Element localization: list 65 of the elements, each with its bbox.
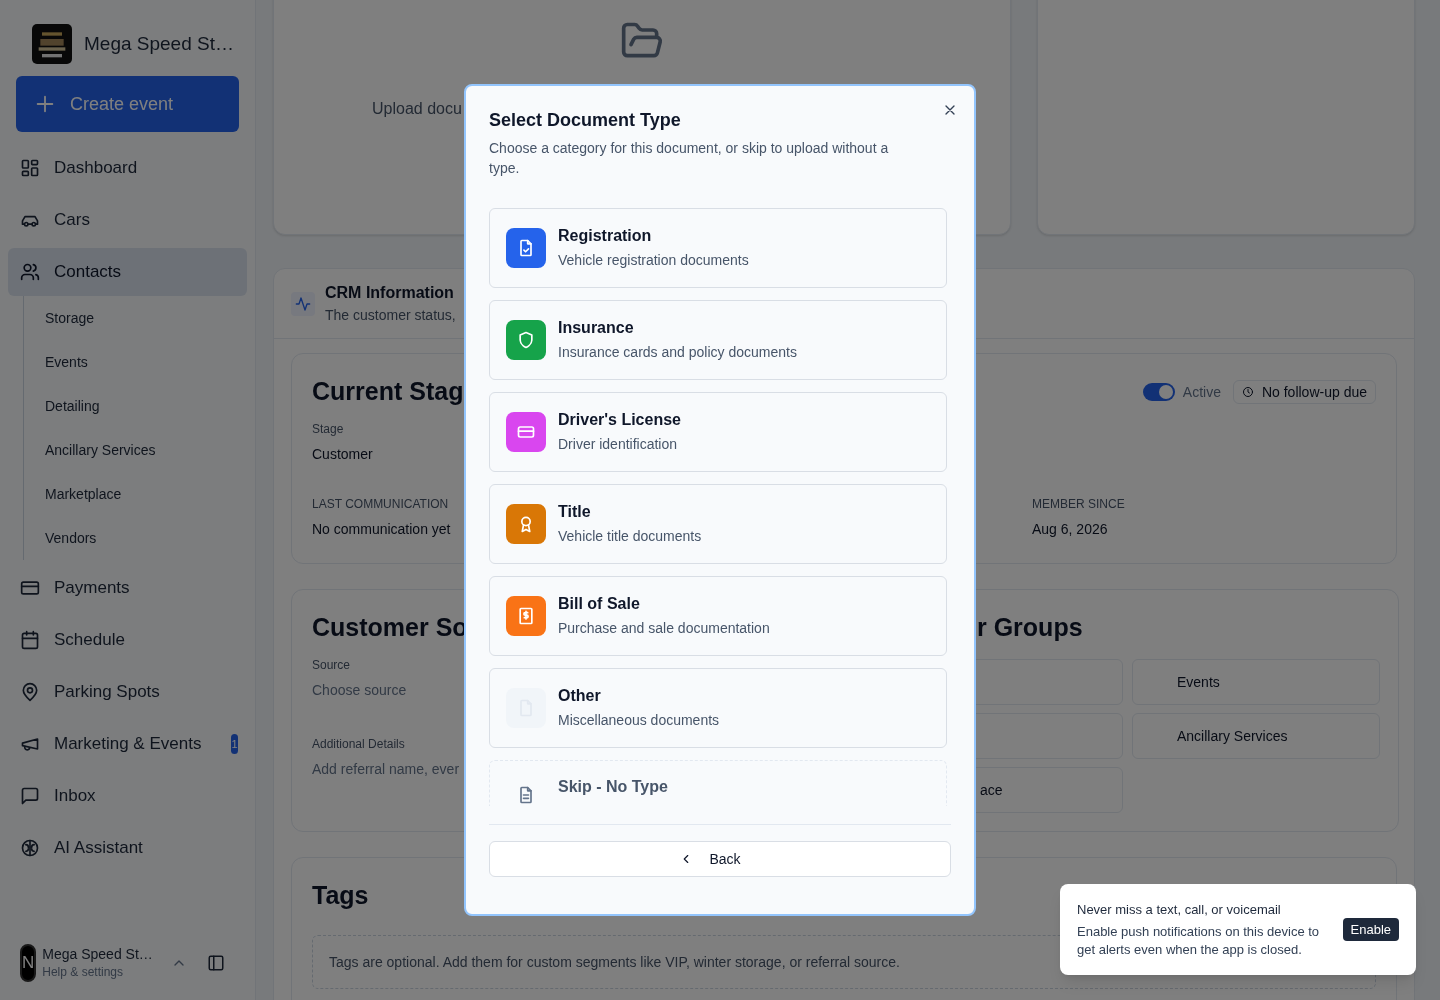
- source-select[interactable]: Choose source: [312, 680, 407, 701]
- field-value: Aug 6, 2026: [1032, 520, 1108, 539]
- document-type-option[interactable]: Registration Vehicle registration documents: [489, 208, 947, 288]
- details-field[interactable]: Add referral name, ever: [312, 759, 460, 780]
- section-subtitle: The customer status,: [325, 305, 456, 325]
- option-title: Driver's License: [558, 410, 681, 430]
- nav-item[interactable]: AI Assistant: [8, 824, 247, 872]
- sub-nav-item[interactable]: Storage: [24, 296, 255, 340]
- field-label: LAST COMMUNICATION: [312, 496, 449, 513]
- enable-button[interactable]: Enable: [1342, 918, 1399, 941]
- back-button[interactable]: Back: [489, 841, 951, 877]
- group-button[interactable]: Ancillary Services: [1132, 713, 1380, 759]
- toggle-label: Active: [1182, 382, 1221, 402]
- option-subtitle: Insurance cards and policy documents: [558, 343, 797, 362]
- nav-item[interactable]: Contacts: [8, 248, 247, 296]
- brand-name: Mega Speed St…: [84, 31, 234, 56]
- nav-item[interactable]: Schedule: [8, 616, 247, 664]
- option-title: Title: [558, 502, 591, 522]
- card-title: Tags: [312, 880, 369, 912]
- nav-item[interactable]: Marketing & Events 1: [8, 720, 247, 768]
- option-subtitle: Vehicle title documents: [558, 527, 702, 546]
- card-title: r Groups: [977, 612, 1083, 644]
- field-value: Customer: [312, 445, 373, 464]
- follow-up-badge: No follow-up due: [1232, 380, 1376, 404]
- field-label: Additional Details: [312, 736, 405, 753]
- document-type-option[interactable]: Driver's License Driver identification: [489, 392, 947, 472]
- nav-item[interactable]: Dashboard: [8, 144, 247, 192]
- create-event-button[interactable]: Create event: [16, 76, 239, 132]
- document-type-option[interactable]: Title Vehicle title documents: [489, 484, 947, 564]
- option-subtitle: Driver identification: [558, 435, 678, 454]
- document-type-option[interactable]: Bill of Sale Purchase and sale documentation: [489, 576, 947, 656]
- toast-title: Never miss a text, call, or voicemail: [1077, 900, 1281, 919]
- group-button[interactable]: Events: [1132, 659, 1380, 705]
- count-badge: 1: [231, 734, 238, 754]
- nav-item[interactable]: Cars: [8, 196, 247, 244]
- section-title: CRM Information: [325, 282, 454, 303]
- sub-nav-item[interactable]: Vendors: [24, 516, 255, 560]
- option-title: Bill of Sale: [558, 594, 640, 614]
- sub-nav-item[interactable]: Detailing: [24, 384, 255, 428]
- option-title: Other: [558, 686, 601, 706]
- sub-nav-item[interactable]: Marketplace: [24, 472, 255, 516]
- avatar: N: [20, 944, 37, 982]
- sub-nav-item[interactable]: Ancillary Services: [24, 428, 255, 472]
- modal-description: Choose a category for this document, or skip to upload without a type.: [489, 139, 890, 178]
- field-label: Source: [312, 657, 351, 674]
- option-subtitle: Vehicle registration documents: [558, 251, 749, 270]
- sub-nav-item[interactable]: Events: [24, 340, 255, 384]
- document-type-option[interactable]: Other Miscellaneous documents: [489, 668, 947, 748]
- user-subtitle: Help & settings: [42, 964, 123, 981]
- card-title: Current Stag: [312, 376, 464, 408]
- option-title: Registration: [558, 226, 652, 246]
- field-label: MEMBER SINCE: [1032, 496, 1125, 513]
- nav-item[interactable]: Parking Spots: [8, 668, 247, 716]
- document-type-option[interactable]: Insurance Insurance cards and policy documents: [489, 300, 947, 380]
- nav-item[interactable]: Inbox: [8, 772, 247, 820]
- nav-item[interactable]: Payments: [8, 564, 247, 612]
- option-title: Insurance: [558, 318, 634, 338]
- field-label: Stage: [312, 421, 344, 438]
- field-value: No communication yet: [312, 520, 451, 539]
- option-subtitle: Miscellaneous documents: [558, 711, 720, 730]
- option-title: Skip - No Type: [558, 777, 668, 797]
- modal-title: Select Document Type: [489, 109, 681, 132]
- option-subtitle: Purchase and sale documentation: [558, 619, 770, 638]
- user-name: Mega Speed St…: [42, 945, 153, 963]
- upload-label: Upload docu: [372, 99, 462, 119]
